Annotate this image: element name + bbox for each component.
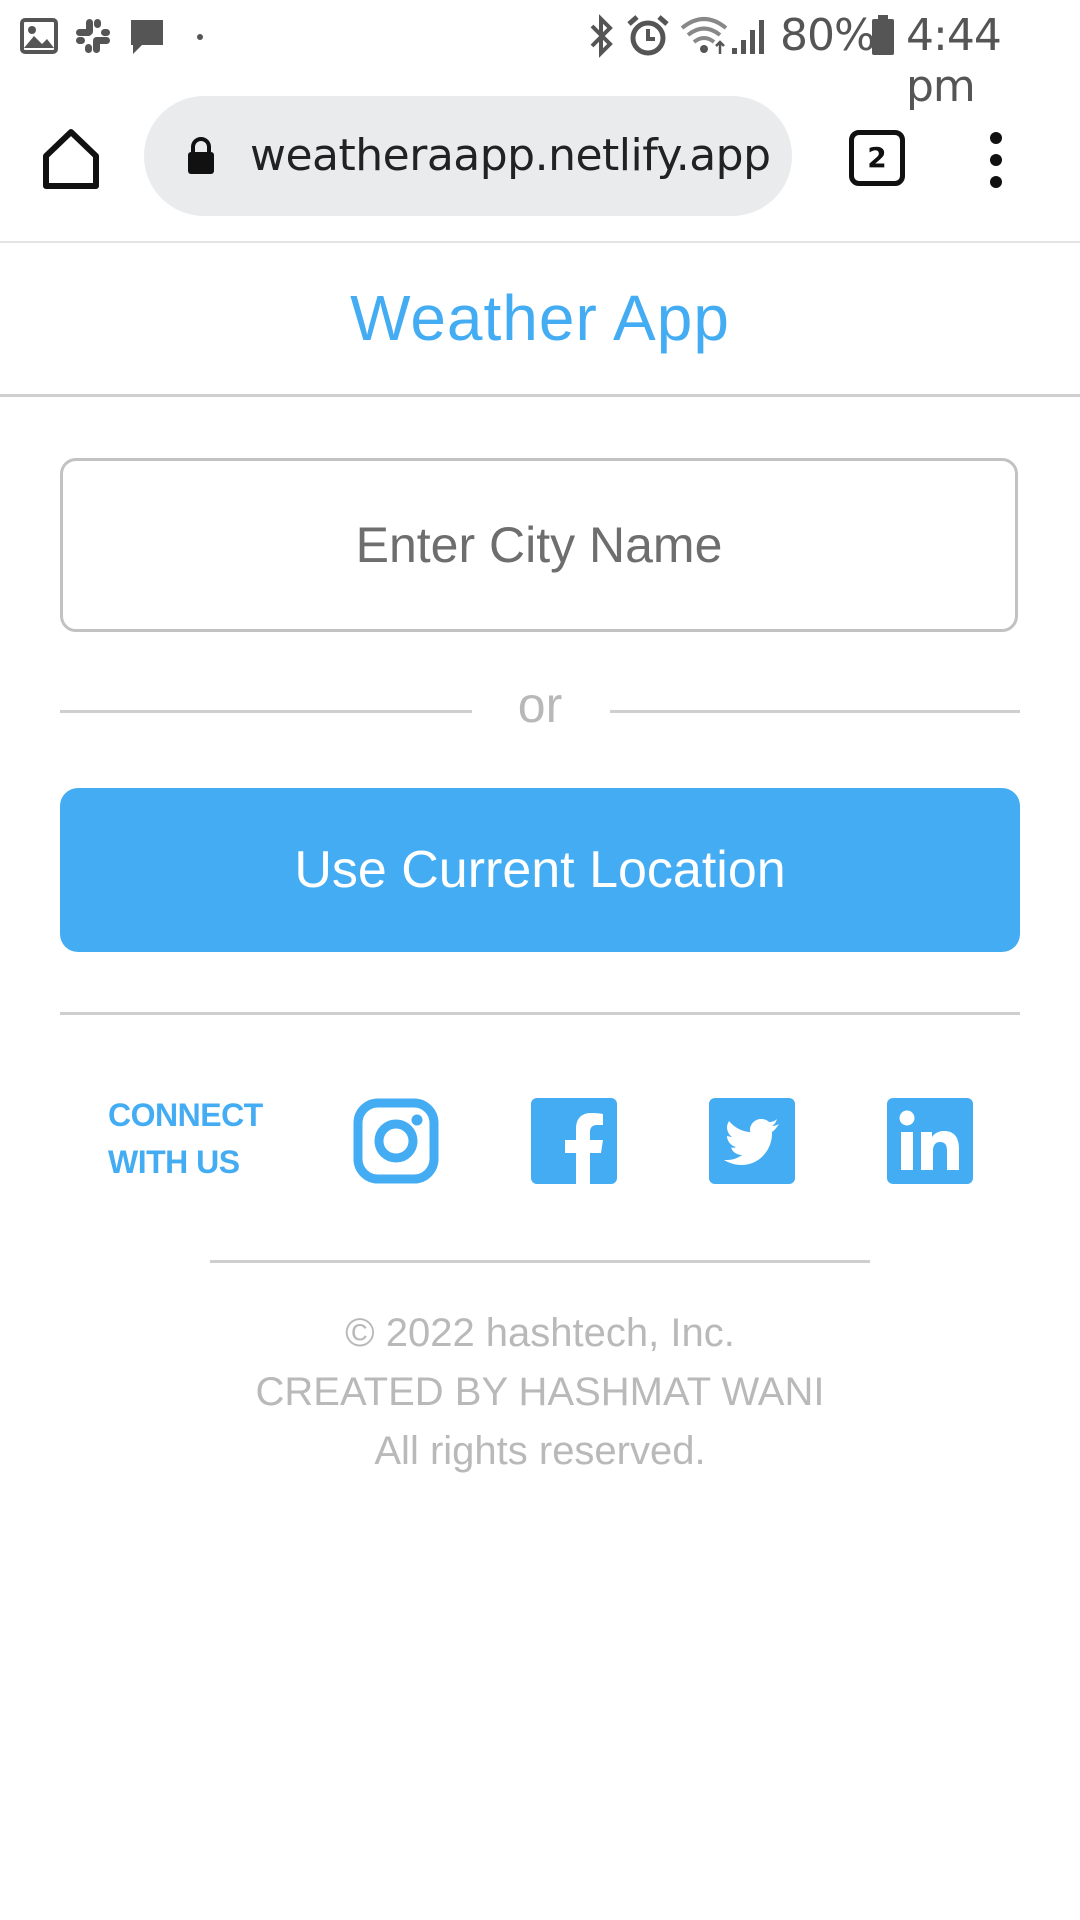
signal-icon [732, 20, 764, 54]
use-current-location-button[interactable]: Use Current Location [60, 788, 1020, 952]
lock-icon [188, 137, 214, 174]
divider [60, 1012, 1020, 1015]
address-bar[interactable]: weatheraapp.netlify.app [144, 96, 792, 216]
or-line-right [610, 710, 1020, 713]
or-separator: or [60, 676, 1020, 746]
tab-switcher-button[interactable]: 2 [849, 130, 905, 186]
connect-label-line1: CONNECT [108, 1097, 263, 1133]
image-icon [20, 18, 58, 54]
browser-toolbar: weatheraapp.netlify.app 2 [0, 76, 1080, 243]
home-icon[interactable] [38, 126, 104, 192]
dot-icon [197, 34, 203, 40]
page-title: Weather App [350, 282, 730, 354]
more-options-icon[interactable] [984, 130, 1008, 190]
linkedin-icon[interactable] [887, 1098, 973, 1184]
or-label: or [517, 677, 563, 733]
slack-icon [76, 19, 110, 53]
footer: © 2022 hashtech, Inc. CREATED BY HASHMAT… [0, 1304, 1080, 1481]
city-name-input[interactable] [60, 458, 1018, 632]
footer-divider [210, 1260, 870, 1263]
connect-label: CONNECT WITH US [108, 1092, 298, 1186]
footer-credit: CREATED BY HASHMAT WANI [255, 1370, 825, 1414]
twitter-icon[interactable] [709, 1098, 795, 1184]
connect-label-line2: WITH US [108, 1144, 240, 1180]
footer-copyright: © 2022 hashtech, Inc. [345, 1311, 735, 1355]
alarm-icon [627, 15, 669, 56]
message-icon [131, 20, 163, 54]
battery-percent: 80% [780, 10, 876, 61]
footer-rights: All rights reserved. [374, 1429, 706, 1473]
instagram-icon[interactable] [353, 1098, 439, 1184]
app-header: Weather App [0, 241, 1080, 397]
facebook-icon[interactable] [531, 1098, 617, 1184]
bluetooth-icon [590, 14, 613, 58]
status-bar: 80% 4:44 pm [0, 0, 1080, 112]
battery-icon [872, 15, 894, 55]
url-text: weatheraapp.netlify.app [250, 130, 771, 181]
wifi-icon [680, 17, 728, 54]
